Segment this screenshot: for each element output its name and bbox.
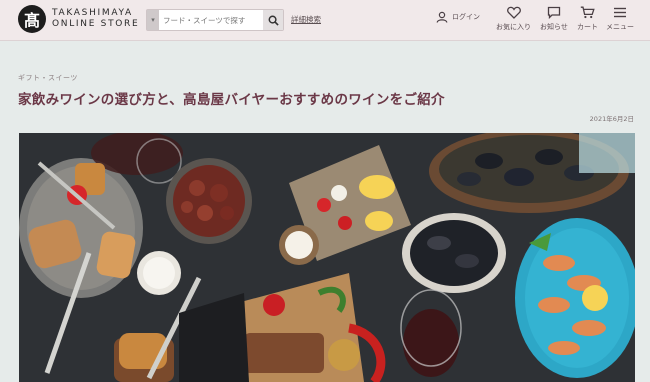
- hamburger-menu-icon: [614, 7, 626, 18]
- logo-line-2: ONLINE STORE: [52, 19, 140, 29]
- search-bar: ▾: [146, 9, 284, 31]
- article-date: 2021年6月2日: [589, 115, 634, 123]
- login-label: ログイン: [452, 13, 480, 21]
- menu-label: メニュー: [606, 23, 634, 31]
- notifications-button[interactable]: お知らせ: [540, 6, 568, 32]
- search-category-dropdown[interactable]: ▾: [147, 10, 159, 30]
- cart-label: カート: [577, 23, 598, 31]
- site-header: 髙 TAKASHIMAYA ONLINE STORE ▾ 詳細検索 ログイン お…: [0, 0, 650, 41]
- store-logo-text[interactable]: TAKASHIMAYA ONLINE STORE: [52, 8, 139, 30]
- food-illustration: [19, 133, 635, 382]
- takashimaya-logo-icon[interactable]: 髙: [18, 5, 46, 33]
- favorites-label: お気に入り: [496, 23, 531, 31]
- search-input[interactable]: [163, 12, 259, 28]
- hero-image-food-spread: [19, 133, 635, 382]
- menu-button[interactable]: メニュー: [606, 6, 634, 32]
- cart-button[interactable]: カート: [577, 6, 598, 32]
- favorites-button[interactable]: お気に入り: [496, 6, 531, 32]
- search-icon: [268, 15, 279, 26]
- heart-icon: [506, 6, 521, 19]
- notifications-label: お知らせ: [540, 23, 568, 31]
- article-title: 家飲みワインの選び方と、高島屋バイヤーおすすめのワインをご紹介: [18, 92, 445, 108]
- detail-search-link[interactable]: 詳細検索: [291, 14, 321, 25]
- logo-line-1: TAKASHIMAYA: [52, 8, 133, 18]
- user-icon: [436, 11, 448, 23]
- search-button[interactable]: [263, 10, 283, 30]
- article-category[interactable]: ギフト・スイーツ: [18, 73, 78, 83]
- login-link[interactable]: ログイン: [436, 11, 480, 23]
- cart-icon: [580, 6, 595, 19]
- chat-bubble-icon: [547, 6, 561, 19]
